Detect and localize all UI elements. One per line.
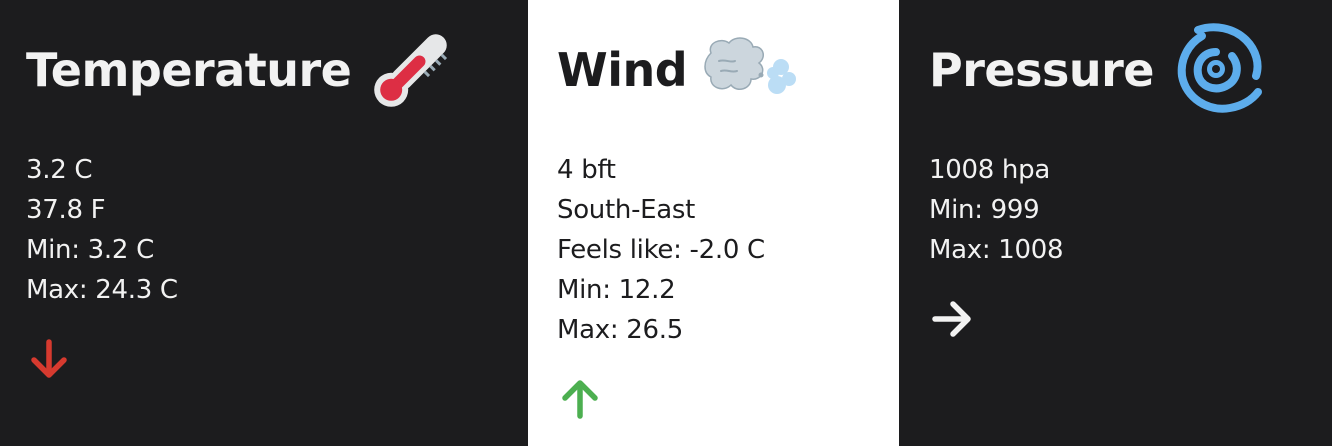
temperature-card: Temperature 3.2 C 37.8 F Min: 3.2 C Max:… xyxy=(0,0,528,446)
arrow-right-icon xyxy=(932,301,971,337)
wind-values: 4 bft South-East Feels like: -2.0 C Min:… xyxy=(557,150,899,350)
wind-feels-like: Feels like: -2.0 C xyxy=(557,235,765,265)
wind-title: Wind xyxy=(557,43,688,97)
wind-speed: 4 bft xyxy=(557,155,616,185)
wind-face-icon xyxy=(701,35,797,105)
arrow-down-icon xyxy=(31,339,67,378)
temperature-max: Max: 24.3 C xyxy=(26,275,178,305)
temperature-fahrenheit: 37.8 F xyxy=(26,195,106,225)
pressure-values: 1008 hpa Min: 999 Max: 1008 xyxy=(929,150,1332,270)
temperature-min: Min: 3.2 C xyxy=(26,235,154,265)
wind-header: Wind xyxy=(557,0,899,140)
wind-max: Max: 26.5 xyxy=(557,315,683,345)
wind-min: Min: 12.2 xyxy=(557,275,676,305)
cyclone-icon xyxy=(1168,22,1264,118)
pressure-title: Pressure xyxy=(929,43,1155,97)
temperature-header: Temperature xyxy=(26,0,528,140)
pressure-card: Pressure 1008 hpa Min: 999 Max: 1008 xyxy=(899,0,1332,446)
temperature-title: Temperature xyxy=(26,43,352,97)
pressure-min: Min: 999 xyxy=(929,195,1040,225)
temperature-celsius: 3.2 C xyxy=(26,155,93,185)
weather-dashboard: Temperature 3.2 C 37.8 F Min: 3.2 C Max:… xyxy=(0,0,1332,446)
pressure-current: 1008 hpa xyxy=(929,155,1050,185)
temperature-values: 3.2 C 37.8 F Min: 3.2 C Max: 24.3 C xyxy=(26,150,528,310)
pressure-header: Pressure xyxy=(929,0,1332,140)
wind-card: Wind 4 bft South-East Feels like: -2.0 C… xyxy=(528,0,899,446)
wind-direction: South-East xyxy=(557,195,696,225)
thermometer-icon xyxy=(365,24,457,116)
pressure-max: Max: 1008 xyxy=(929,235,1064,265)
arrow-up-icon xyxy=(562,380,598,419)
